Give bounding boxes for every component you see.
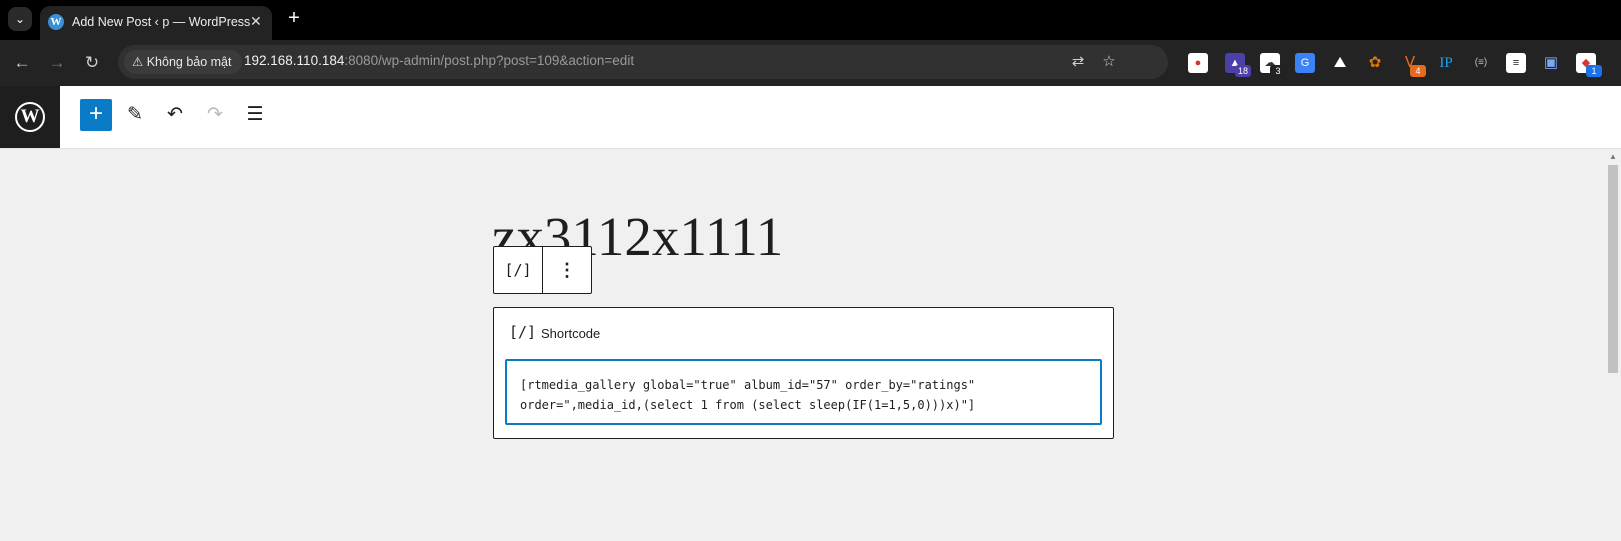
- block-options-more-icon[interactable]: ⋮: [543, 247, 591, 293]
- bookmark-star-icon[interactable]: ☆: [1099, 52, 1119, 72]
- shortcode-block-icon[interactable]: [/]: [494, 247, 542, 293]
- notes-icon[interactable]: ≡: [1506, 53, 1526, 73]
- redo-icon[interactable]: ↷: [203, 103, 227, 127]
- extension-badge: 4: [1410, 65, 1426, 77]
- forward-button[interactable]: →: [45, 51, 69, 75]
- block-label: Shortcode: [541, 326, 601, 341]
- wordpress-logo-button[interactable]: W: [0, 86, 60, 148]
- ip-icon[interactable]: IP: [1436, 53, 1456, 73]
- url-host: 192.168.110.184: [244, 53, 345, 68]
- cookie-editor-icon[interactable]: ●: [1188, 53, 1208, 73]
- shortcode-textarea[interactable]: [rtmedia_gallery global="true" album_id=…: [505, 359, 1102, 425]
- warning-icon: ⚠: [132, 55, 144, 69]
- shortcode-line-2: order=",media_id,(select 1 from (select …: [520, 398, 976, 412]
- url-text[interactable]: 192.168.110.184:8080/wp-admin/post.php?p…: [244, 53, 634, 68]
- shortcode-line-1: [rtmedia_gallery global="true" album_id=…: [520, 378, 976, 392]
- wordpress-logo-icon: W: [15, 102, 45, 132]
- security-indicator[interactable]: ⚠ Không bảo mật: [124, 50, 242, 74]
- reload-button[interactable]: ↻: [80, 51, 104, 75]
- browser-tab[interactable]: W Add New Post ‹ p — WordPress ✕: [40, 6, 272, 40]
- google-translate-icon[interactable]: G: [1295, 53, 1315, 73]
- browser-toolbar: ← → ↻ ⚠ Không bảo mật 192.168.110.184:80…: [0, 40, 1621, 86]
- back-button[interactable]: ←: [10, 51, 34, 75]
- tab-close-icon[interactable]: ✕: [250, 13, 262, 30]
- document-overview-icon[interactable]: ☰: [243, 103, 267, 127]
- browser-tab-strip: ⌄ W Add New Post ‹ p — WordPress ✕ +: [0, 0, 1621, 40]
- shortcode-icon: [/]: [509, 323, 537, 341]
- new-tab-button[interactable]: +: [282, 6, 306, 30]
- extension-badge: 1: [1586, 65, 1602, 77]
- scroll-up-arrow-icon[interactable]: ▲: [1609, 152, 1617, 161]
- parentheses-icon[interactable]: (≡): [1471, 53, 1491, 73]
- shortcode-content: [rtmedia_gallery global="true" album_id=…: [520, 375, 1095, 415]
- tab-search-button[interactable]: ⌄: [8, 7, 32, 31]
- save-icon[interactable]: ▣: [1541, 53, 1561, 73]
- tools-pencil-icon[interactable]: ✎: [123, 103, 147, 127]
- editor-header: W + ✎ ↶ ↷ ☰: [0, 86, 1621, 149]
- translate-page-icon[interactable]: ⇄: [1068, 52, 1088, 72]
- cloud-icon[interactable]: ☁ 3: [1260, 53, 1286, 77]
- tab-title: Add New Post ‹ p — WordPress: [72, 15, 251, 29]
- scrollbar-thumb[interactable]: [1608, 165, 1618, 373]
- security-label: Không bảo mật: [146, 55, 232, 69]
- cookie-icon[interactable]: ✿: [1365, 53, 1385, 73]
- address-bar[interactable]: ⚠ Không bảo mật 192.168.110.184:8080/wp-…: [118, 45, 1168, 79]
- block-toolbar: [/] ⋮: [493, 246, 592, 294]
- wappalyzer-icon[interactable]: ᐯ4: [1400, 53, 1426, 77]
- dev-icon[interactable]: ◆ 1: [1576, 53, 1602, 77]
- shortcode-block[interactable]: [/] Shortcode [rtmedia_gallery global="t…: [493, 307, 1114, 439]
- wordpress-favicon-icon: W: [48, 14, 64, 30]
- url-path: :8080/wp-admin/post.php?post=109&action=…: [344, 53, 635, 68]
- mountain-icon[interactable]: ⛰: [1330, 53, 1350, 73]
- extension-badge: 3: [1270, 65, 1286, 77]
- block-inserter-button[interactable]: +: [80, 99, 112, 131]
- graduation-cap-icon[interactable]: ▲ 18: [1225, 53, 1251, 77]
- extension-badge: 18: [1235, 65, 1251, 77]
- undo-icon[interactable]: ↶: [163, 103, 187, 127]
